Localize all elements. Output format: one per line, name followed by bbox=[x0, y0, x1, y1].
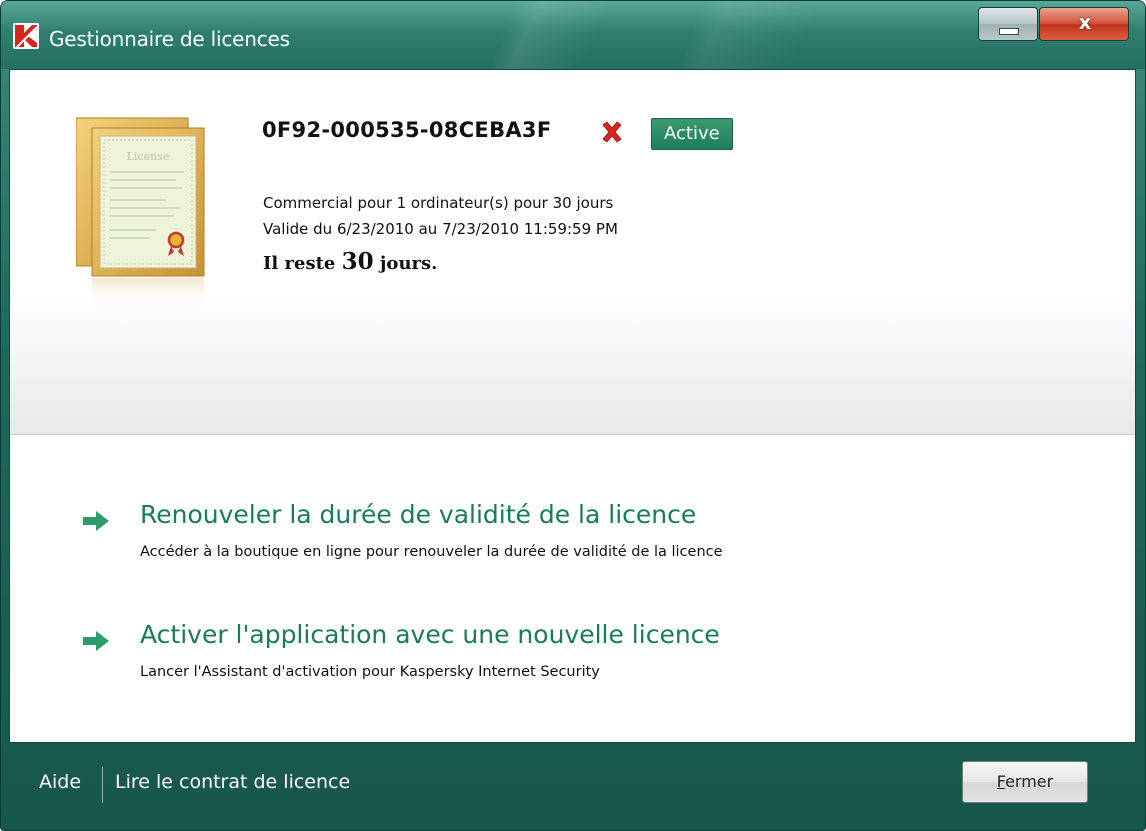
remove-license-icon[interactable] bbox=[600, 120, 624, 144]
main-panel: License 0F92-000535-08CEBA3F Active Comm… bbox=[9, 69, 1136, 743]
kaspersky-logo-icon bbox=[13, 23, 39, 49]
renew-license-description: Accéder à la boutique en ligne pour reno… bbox=[140, 544, 723, 560]
days-remaining-value: 30 bbox=[341, 248, 374, 275]
arrow-right-icon bbox=[83, 511, 109, 531]
license-info-section: License 0F92-000535-08CEBA3F Active Comm… bbox=[10, 70, 1135, 435]
arrow-right-icon bbox=[83, 631, 109, 651]
license-validity-text: Valide du 6/23/2010 au 7/23/2010 11:59:5… bbox=[263, 220, 618, 238]
license-agreement-link[interactable]: Lire le contrat de licence bbox=[115, 771, 350, 793]
license-certificate-icon: License bbox=[76, 117, 205, 312]
footer-separator bbox=[102, 767, 103, 803]
help-link[interactable]: Aide bbox=[39, 771, 81, 793]
days-remaining-text: Il reste 30 jours. bbox=[263, 248, 437, 275]
close-button-label: ermer bbox=[1005, 772, 1054, 791]
license-key: 0F92-000535-08CEBA3F bbox=[262, 118, 552, 142]
close-button[interactable]: Fermer bbox=[962, 761, 1088, 803]
license-type-text: Commercial pour 1 ordinateur(s) pour 30 … bbox=[263, 194, 614, 212]
certificate-label: License bbox=[127, 150, 170, 163]
minimize-icon bbox=[999, 28, 1019, 35]
status-badge: Active bbox=[651, 118, 733, 150]
activate-new-license-link[interactable]: Activer l'application avec une nouvelle … bbox=[140, 620, 720, 649]
days-remaining-prefix: Il reste bbox=[263, 253, 342, 274]
minimize-button[interactable] bbox=[978, 7, 1038, 41]
license-manager-window: Gestionnaire de licences x License 0F92-… bbox=[0, 0, 1146, 831]
days-remaining-suffix: jours. bbox=[373, 253, 438, 274]
renew-license-link[interactable]: Renouveler la durée de validité de la li… bbox=[140, 500, 696, 529]
activate-new-license-description: Lancer l'Assistant d'activation pour Kas… bbox=[140, 664, 600, 680]
title-bar[interactable]: Gestionnaire de licences x bbox=[1, 1, 1145, 69]
window-close-button[interactable]: x bbox=[1039, 7, 1129, 41]
close-icon: x bbox=[1078, 10, 1092, 34]
close-button-mnemonic: F bbox=[996, 772, 1006, 791]
window-title: Gestionnaire de licences bbox=[49, 27, 290, 51]
